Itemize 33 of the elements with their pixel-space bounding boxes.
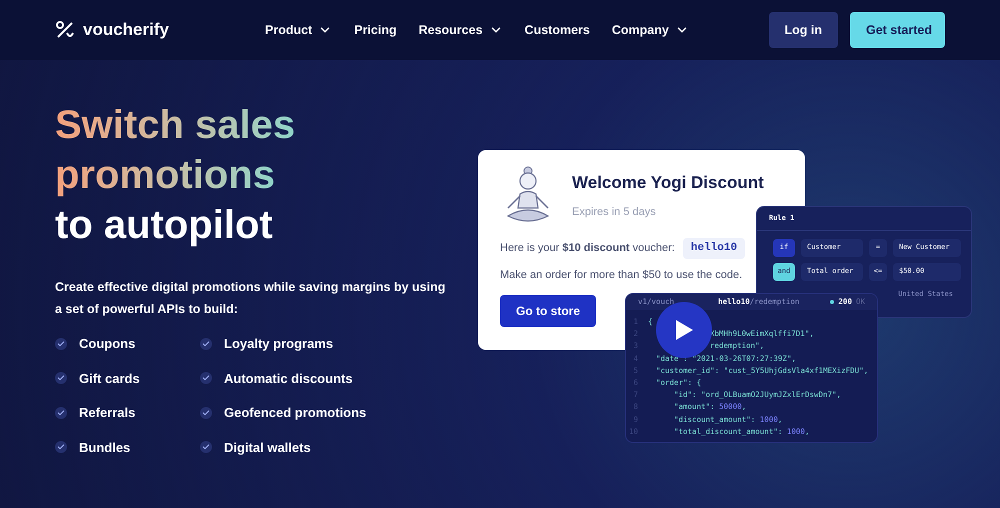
feature-label: Gift cards (79, 370, 140, 388)
check-icon (55, 406, 67, 419)
get-started-button[interactable]: Get started (850, 12, 945, 48)
check-icon (55, 372, 67, 384)
check-icon (55, 338, 67, 350)
feature-label: Loyalty programs (224, 335, 334, 353)
nav-link[interactable]: Customers (524, 20, 590, 40)
play-icon (674, 319, 694, 341)
nav-link[interactable]: Pricing (354, 20, 397, 40)
nav-link[interactable]: Resources (418, 20, 503, 40)
check-icon (200, 406, 212, 419)
brand-name: voucherify (83, 19, 169, 42)
expiry-text: Expires in 5 days (572, 204, 657, 220)
check-icon (55, 441, 67, 454)
nav-link[interactable]: Company (612, 20, 689, 40)
feature-label: Digital wallets (224, 438, 311, 457)
voucher-message: Here is your $10 discount voucher: (500, 241, 675, 256)
check-icon (200, 372, 212, 384)
feature-label: Coupons (79, 335, 136, 353)
hero-heading-line: to autopilot (55, 202, 273, 249)
check-icon (200, 338, 212, 350)
voucher-title: Welcome Yogi Discount (572, 172, 764, 194)
nav-link[interactable]: Product (265, 20, 332, 40)
login-button[interactable]: Log in (768, 12, 838, 48)
feature-label: Geofenced promotions (224, 404, 366, 422)
feature-label: Automatic discounts (224, 370, 353, 388)
intro-paragraph: Create effective digital promotions while saving margins by using a set of powerful APIs to build: (55, 279, 446, 318)
check-icon (200, 441, 212, 454)
voucher-code: hello10 (682, 238, 746, 258)
go-to-store-button[interactable]: Go to store (500, 295, 596, 327)
feature-label: Bundles (79, 438, 130, 456)
percent-logo-icon (55, 20, 75, 40)
feature-label: Referrals (79, 404, 136, 422)
